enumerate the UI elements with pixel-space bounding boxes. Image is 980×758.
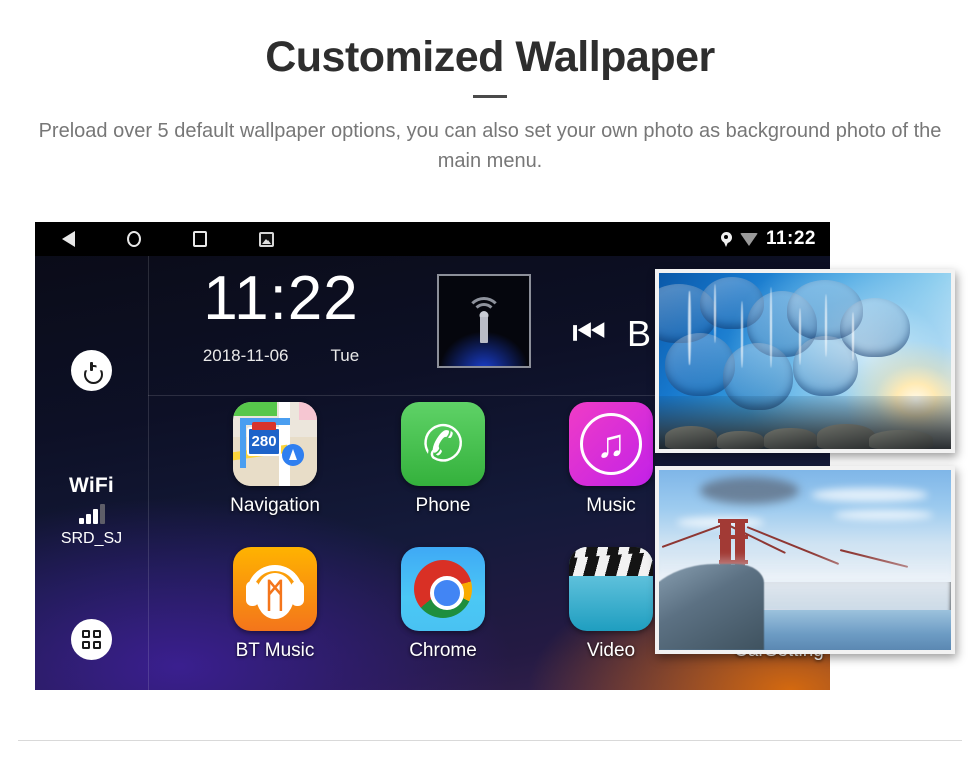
power-icon [83, 362, 100, 379]
back-icon [61, 231, 75, 247]
golden-gate-wallpaper[interactable] [655, 466, 955, 654]
wifi-icon [739, 232, 758, 246]
title-divider [473, 95, 507, 98]
previous-track-icon[interactable]: ⏮ [572, 314, 606, 352]
media-track-text: B [627, 316, 652, 352]
apps-grid-icon [82, 630, 101, 649]
bluetooth-music-icon: ᛗ [233, 547, 317, 631]
promo-page: Customized Wallpaper Preload over 5 defa… [0, 0, 980, 758]
wifi-status-block[interactable]: WiFi SRD_SJ [35, 474, 148, 548]
screenshot-icon [258, 231, 274, 247]
navigation-icon: 280 [233, 402, 317, 486]
status-bar-time: 11:22 [765, 228, 816, 249]
all-apps-button[interactable] [71, 619, 112, 660]
wifi-ssid: SRD_SJ [60, 530, 123, 547]
highway-shield-number: 280 [247, 421, 281, 456]
page-subtitle: Preload over 5 default wallpaper options… [38, 120, 942, 172]
status-indicators: 11:22 [720, 222, 816, 256]
clock-date: 2018-11-06 [202, 346, 289, 365]
clock-weekday: Tue [330, 346, 360, 365]
ice-cave-image [659, 273, 951, 449]
phone-icon: ✆ [401, 402, 485, 486]
navigation-bar [35, 222, 299, 256]
home-button[interactable] [101, 222, 167, 256]
home-icon [127, 231, 141, 247]
back-button[interactable] [35, 222, 101, 256]
golden-gate-image [659, 470, 951, 650]
chrome-icon [401, 547, 485, 631]
app-phone[interactable]: ✆ Phone [368, 402, 518, 517]
app-label: Phone [415, 495, 471, 516]
wifi-label: WiFi [69, 474, 114, 497]
app-label: Chrome [409, 640, 477, 661]
app-chrome[interactable]: Chrome [368, 547, 518, 662]
app-navigation[interactable]: 280 Navigation [200, 402, 350, 517]
screenshot-button[interactable] [233, 222, 299, 256]
app-bt-music[interactable]: ᛗ BT Music [200, 547, 350, 662]
location-pin-icon [720, 231, 732, 247]
app-label: BT Music [235, 640, 315, 661]
recents-icon [193, 231, 207, 247]
app-label: Navigation [230, 495, 320, 516]
radio-tower-icon [437, 274, 531, 368]
clock-time: 11:22 [203, 264, 359, 333]
power-button[interactable] [71, 350, 112, 391]
wifi-signal-bars-icon [35, 504, 148, 524]
music-icon: ♫ [569, 402, 653, 486]
android-status-bar: 11:22 [35, 222, 830, 256]
left-rail: WiFi SRD_SJ [35, 256, 148, 690]
video-icon [569, 547, 653, 631]
ice-cave-wallpaper[interactable] [655, 269, 955, 453]
page-title: Customized Wallpaper [265, 33, 715, 81]
recents-button[interactable] [167, 222, 233, 256]
section-divider [18, 740, 962, 741]
clock-widget[interactable]: 11:22 2018-11-06 Tue [148, 256, 414, 395]
